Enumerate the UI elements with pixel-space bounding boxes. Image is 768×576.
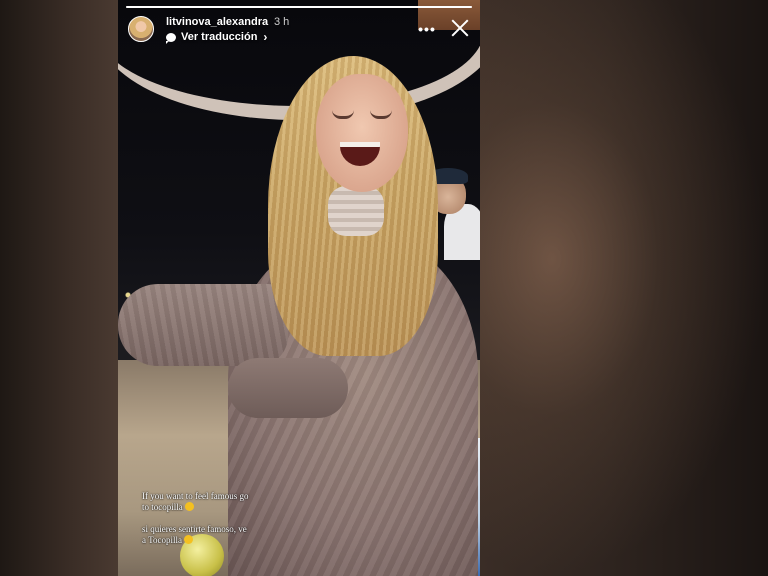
story-progress-fill [126,6,472,8]
caption-line: a Tocopilla [142,535,272,546]
translate-button[interactable]: Ver traducción › [166,30,267,44]
face [316,74,408,192]
chat-bubble-icon [166,32,176,44]
caption-spanish: si quieres sentirte famoso, ve a Tocopil… [142,524,272,546]
backdrop-right [480,0,768,576]
backdrop-left [0,0,118,576]
avatar[interactable] [128,16,154,42]
story-progress-bar [126,6,472,8]
more-options-icon[interactable]: ••• [417,22,437,36]
caption-line: to tocopilla [142,502,272,513]
close-icon[interactable] [450,18,470,38]
translate-label: Ver traducción [181,31,258,43]
caption-line: If you want to feel famous go [142,491,249,501]
turtleneck [328,186,384,236]
chevron-right-icon: › [263,30,268,44]
story-timestamp: 3 h [274,16,290,28]
story-viewer[interactable]: litvinova_alexandra 3 h Ver traducción ›… [118,0,480,576]
caption-english: If you want to feel famous go to tocopil… [142,491,272,513]
laughing-tears-emoji-icon [183,535,193,544]
caption-line: si quieres sentirte famoso, ve [142,524,247,534]
story-username[interactable]: litvinova_alexandra [166,16,268,28]
laughing-tears-emoji-icon [184,502,194,511]
